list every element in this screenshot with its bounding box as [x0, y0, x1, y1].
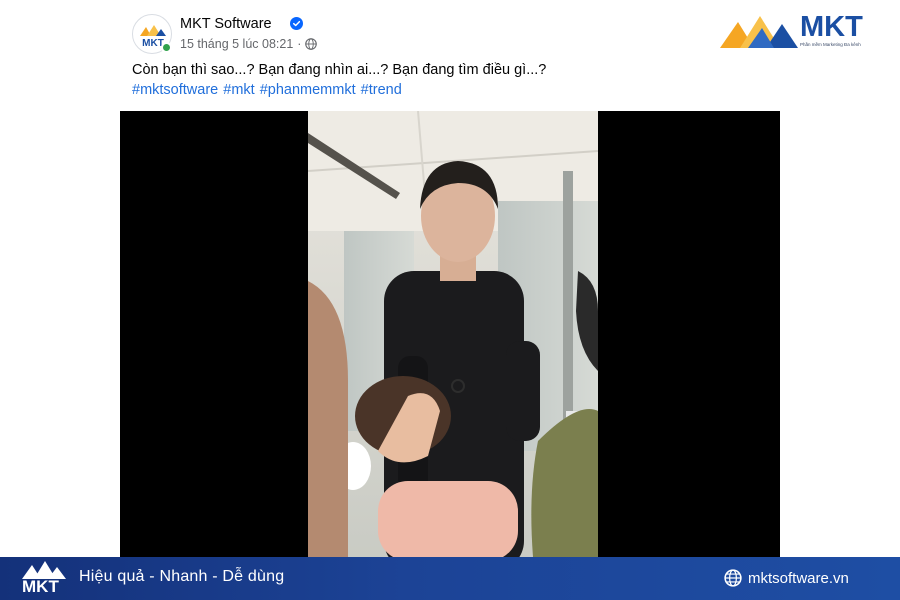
brand-word: MKT [800, 11, 863, 43]
footer-logo-word: MKT [22, 577, 59, 596]
page-avatar[interactable]: MKT [132, 14, 172, 54]
footer-logo: MKT [20, 560, 68, 598]
globe-icon [305, 38, 318, 50]
facebook-post: MKT MKT Software 15 tháng 5 lúc 08:21 · … [120, 0, 780, 557]
mkt-brand-logo: MKT Phần mềm Marketing Đa kênh [718, 11, 878, 50]
hashtag-link[interactable]: #trend [361, 82, 402, 98]
globe-icon [724, 569, 742, 587]
video-frame [308, 111, 598, 557]
footer-website-link[interactable]: mktsoftware.vn [724, 569, 849, 587]
post-video[interactable] [120, 111, 780, 557]
footer-website-text[interactable]: mktsoftware.vn [748, 570, 849, 587]
post-header: MKT MKT Software 15 tháng 5 lúc 08:21 · [132, 12, 632, 56]
hashtag-link[interactable]: #mktsoftware [132, 82, 218, 98]
verified-badge-icon [290, 17, 303, 30]
meta-separator: · [297, 37, 302, 51]
brand-tagline: Phần mềm Marketing Đa kênh [800, 42, 861, 47]
video-still-image [308, 111, 598, 557]
post-meta: 15 tháng 5 lúc 08:21 · [180, 37, 318, 51]
footer-slogan: Hiệu quả - Nhanh - Dễ dùng [79, 568, 285, 585]
post-timestamp[interactable]: 15 tháng 5 lúc 08:21 [180, 37, 293, 51]
page-name[interactable]: MKT Software [180, 16, 272, 32]
post-hashtags: #mktsoftware #mkt #phanmemmkt #trend [132, 82, 403, 98]
hashtag-link[interactable]: #phanmemmkt [260, 82, 356, 98]
footer-bar: MKT Hiệu quả - Nhanh - Dễ dùng mktsoftwa… [0, 557, 900, 600]
online-status-dot [161, 42, 172, 53]
mkt-mountains-icon [720, 16, 798, 48]
post-text: Còn bạn thì sao...? Bạn đang nhìn ai...?… [132, 62, 547, 78]
hashtag-link[interactable]: #mkt [223, 82, 254, 98]
